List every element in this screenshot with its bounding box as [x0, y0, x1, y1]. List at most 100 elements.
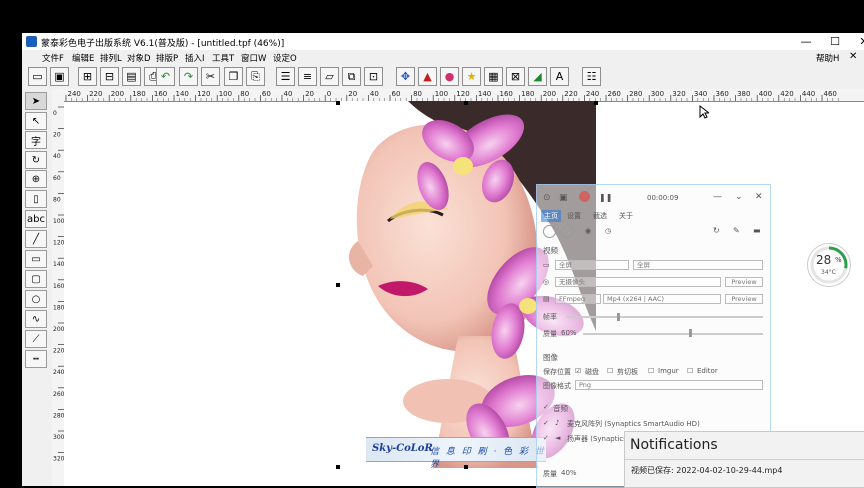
menu-help[interactable]: 帮助H [816, 52, 839, 64]
menu-edit[interactable]: 编辑E [72, 52, 94, 64]
rotate-tool-icon[interactable]: ↻ [25, 151, 47, 169]
close-button[interactable]: ✕ [854, 35, 864, 49]
rounded-rect-tool-icon[interactable]: ▢ [25, 270, 47, 288]
open-file-icon[interactable]: ▭ [28, 67, 47, 86]
screen-source-select-2[interactable]: 全屏 [633, 260, 763, 270]
recorder-minimize-icon[interactable]: — [713, 192, 722, 202]
move-icon[interactable]: ✥ [396, 67, 415, 86]
mdi-close-button[interactable]: ✕ [849, 51, 857, 62]
align-left-icon[interactable]: ☰ [276, 67, 295, 86]
screen-source-select[interactable]: 全屏 [555, 260, 629, 270]
imgur-checkbox[interactable]: ☐ [648, 367, 654, 375]
chart-icon[interactable]: ◢ [528, 67, 547, 86]
folder-icon[interactable]: ▬ [753, 226, 761, 235]
fps-slider-track[interactable] [567, 316, 763, 318]
rectangle-tool-icon[interactable]: ▭ [25, 250, 47, 268]
zoom-tool-icon[interactable]: ⊕ [25, 170, 47, 188]
disk-checkbox[interactable]: ☑ [575, 367, 581, 375]
notification-toast[interactable]: Notifications 视频已保存: 2022-04-02-10-29-44… [624, 431, 864, 488]
selection-handle[interactable] [336, 101, 340, 105]
tab-crop[interactable]: 截选 [593, 211, 607, 221]
menu-settings[interactable]: 设定O [273, 52, 297, 64]
menu-layout[interactable]: 排版P [156, 52, 178, 64]
grid-icon[interactable]: ▦ [484, 67, 503, 86]
recorder-close-icon[interactable]: ✕ [755, 192, 763, 202]
color-icon[interactable]: ● [440, 67, 459, 86]
brush-icon[interactable]: ✎ [733, 226, 740, 235]
recorder-screenshot-icon[interactable]: ▣ [559, 193, 568, 203]
audio-toggle-icon[interactable]: ✓ [543, 403, 549, 411]
shapes-icon[interactable]: ▲ [418, 67, 437, 86]
menu-tools[interactable]: 工具T [212, 52, 234, 64]
mode-timer-icon[interactable]: ◷ [605, 227, 611, 235]
line-tool-icon[interactable]: ╱ [25, 230, 47, 248]
clipboard-checkbox[interactable]: ☐ [607, 367, 613, 375]
ruler-tick-label: 180 [521, 90, 534, 98]
text-tool-icon[interactable]: 字 [25, 131, 47, 149]
properties-icon[interactable]: ☷ [582, 67, 601, 86]
menu-file[interactable]: 文件F [42, 52, 64, 64]
page-tool-icon[interactable]: ▯ [25, 190, 47, 208]
quality-slider-track[interactable] [583, 333, 763, 335]
selection-handle[interactable] [594, 101, 598, 105]
abc-tool-icon[interactable]: abc [25, 210, 47, 228]
map-icon[interactable]: ⊠ [506, 67, 525, 86]
codec-select[interactable]: Mp4 (x264 | AAC) [603, 294, 721, 304]
refresh-icon[interactable]: ↻ [713, 226, 720, 235]
fps-slider-thumb[interactable] [617, 313, 620, 321]
group-icon[interactable]: ⧉ [342, 67, 361, 86]
recorder-collapse-icon[interactable]: ⌄ [735, 192, 743, 202]
table-tool-icon[interactable]: ┅ [25, 350, 47, 368]
paste-icon[interactable]: ⎘ [246, 67, 265, 86]
selection-handle[interactable] [336, 283, 340, 287]
speaker-checkbox[interactable]: ✓ [543, 434, 549, 442]
quality-label: 质量 [543, 330, 557, 338]
mode-eye-icon[interactable]: ◉ [585, 227, 591, 235]
direct-select-tool-icon[interactable]: ↖ [25, 112, 47, 130]
pause-button-icon[interactable]: ❚❚ [599, 193, 612, 202]
tab-home[interactable]: 主页 [541, 210, 561, 222]
mode-window-icon[interactable] [561, 225, 574, 238]
cut-icon[interactable]: ✂ [201, 67, 220, 86]
webcam-select[interactable]: 无摄像头 [555, 277, 721, 287]
star-icon[interactable]: ★ [462, 67, 481, 86]
menu-window[interactable]: 窗口W [241, 52, 266, 64]
align-center-icon[interactable]: ≡ [298, 67, 317, 86]
recorder-camera-icon[interactable]: ⊙ [543, 193, 551, 203]
copy-icon[interactable]: ❐ [224, 67, 243, 86]
codec-preview-button[interactable]: Preview [725, 294, 763, 304]
tab-settings[interactable]: 设置 [567, 211, 581, 221]
save-icon[interactable]: ▣ [50, 67, 69, 86]
battery-widget[interactable]: 28 % 34°C [807, 243, 851, 287]
menu-arrange[interactable]: 排列L [100, 52, 122, 64]
ungroup-icon[interactable]: ⊡ [364, 67, 383, 86]
video-section-title: 视频 [543, 246, 558, 255]
print-preview-icon[interactable]: ▤ [122, 67, 141, 86]
redo-icon[interactable]: ↷ [179, 67, 198, 86]
selection-handle[interactable] [336, 465, 340, 469]
tab-about[interactable]: 关于 [619, 211, 633, 221]
curve-tool-icon[interactable]: ∿ [25, 310, 47, 328]
ellipse-tool-icon[interactable]: ○ [25, 290, 47, 308]
frame-icon[interactable]: ▱ [320, 67, 339, 86]
menu-insert[interactable]: 插入I [185, 52, 205, 64]
record-button-icon[interactable] [579, 191, 590, 202]
webcam-preview-button[interactable]: Preview [725, 277, 763, 287]
selection-handle[interactable] [464, 101, 468, 105]
image-format-select[interactable]: Png [575, 380, 763, 390]
minimize-button[interactable]: — [796, 35, 816, 49]
format-select[interactable]: FFmpeg [555, 294, 601, 304]
select-tool-icon[interactable]: ➤ [25, 92, 47, 110]
maximize-button[interactable]: ☐ [825, 35, 845, 49]
editor-checkbox[interactable]: ☐ [687, 367, 693, 375]
mode-screen-icon[interactable] [543, 225, 556, 238]
undo-icon[interactable]: ↶ [156, 67, 175, 86]
ruler-tick-label: 80 [413, 90, 422, 98]
mic-checkbox[interactable]: ✓ [543, 419, 549, 427]
quality-slider-thumb[interactable] [689, 329, 692, 337]
text-frame-icon[interactable]: A [550, 67, 569, 86]
export-icon[interactable]: ⊟ [100, 67, 119, 86]
menu-object[interactable]: 对象D [127, 52, 151, 64]
polyline-tool-icon[interactable]: ⟋ [25, 330, 47, 348]
import-image-icon[interactable]: ⊞ [78, 67, 97, 86]
